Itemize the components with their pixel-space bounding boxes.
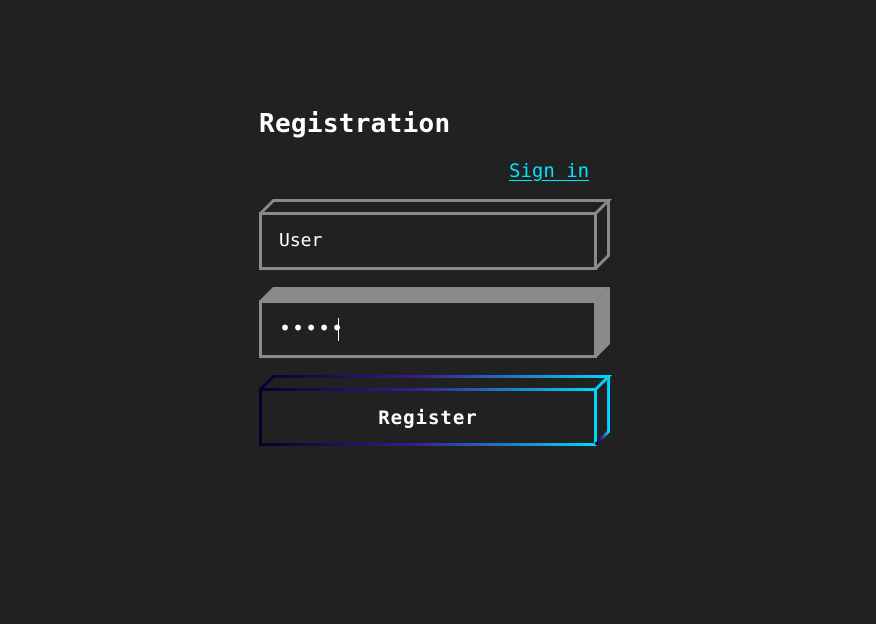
- registration-page: Registration Sign in User Register: [0, 0, 876, 624]
- password-field[interactable]: [259, 287, 611, 359]
- register-button[interactable]: Register: [259, 375, 613, 447]
- sign-in-link[interactable]: Sign in: [509, 158, 589, 184]
- password-input[interactable]: [262, 302, 595, 354]
- text-caret: [338, 318, 339, 341]
- page-title: Registration: [259, 109, 451, 139]
- register-button-label: Register: [378, 406, 478, 429]
- username-field[interactable]: [259, 199, 613, 271]
- username-input[interactable]: [262, 214, 595, 266]
